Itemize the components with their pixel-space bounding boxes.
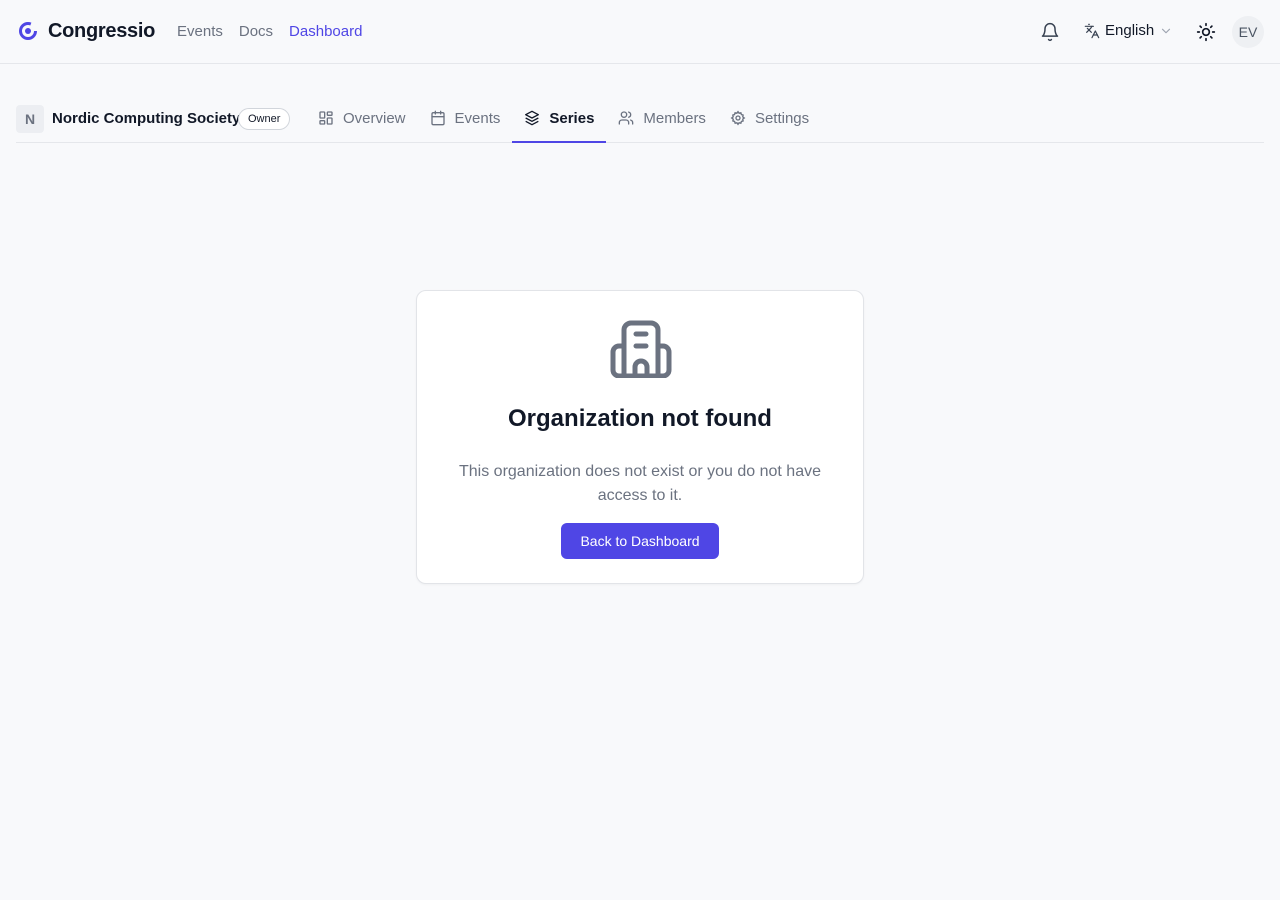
- error-description: This organization does not exist or you …: [459, 463, 821, 504]
- nav-docs[interactable]: Docs: [239, 22, 273, 42]
- org-avatar: N: [16, 105, 44, 133]
- brand-logo[interactable]: Congressio: [18, 18, 155, 44]
- top-navbar: Congressio Events Docs Dashboard English…: [0, 0, 1280, 64]
- main-nav: Events Docs Dashboard: [177, 22, 362, 42]
- not-found-card: Organization not found This organization…: [416, 290, 864, 584]
- sun-icon[interactable]: [1196, 22, 1216, 42]
- users-icon: [619, 111, 634, 125]
- error-title: Organization not found: [508, 405, 772, 432]
- grid-icon: [319, 111, 333, 125]
- language-selector[interactable]: English: [1084, 22, 1173, 39]
- org-tabs: Overview Events Series Members Settings: [306, 94, 821, 143]
- logo-icon: [19, 22, 37, 40]
- nav-dashboard[interactable]: Dashboard: [289, 22, 362, 42]
- building-icon: [610, 320, 672, 378]
- translate-icon: [1084, 23, 1100, 38]
- language-label: English: [1105, 22, 1155, 39]
- tab-label: Events: [454, 109, 501, 127]
- tab-events[interactable]: Events: [418, 94, 513, 142]
- gear-icon: [730, 110, 746, 126]
- role-badge: Owner: [238, 108, 291, 130]
- tab-label: Members: [643, 109, 706, 127]
- tab-settings[interactable]: Settings: [718, 94, 821, 142]
- organization-bar: N Nordic Computing Society Owner Overvie…: [16, 94, 1264, 143]
- tab-label: Settings: [754, 109, 810, 127]
- tab-series[interactable]: Series: [512, 94, 607, 143]
- user-avatar[interactable]: EV: [1232, 16, 1264, 48]
- layers-icon: [525, 110, 540, 126]
- calendar-icon: [430, 110, 445, 126]
- bell-icon[interactable]: [1040, 22, 1060, 42]
- brand-name: Congressio: [48, 19, 156, 42]
- tab-label: Overview: [343, 109, 406, 127]
- org-name: Nordic Computing Society: [52, 110, 241, 127]
- nav-events[interactable]: Events: [177, 22, 223, 42]
- chevron-down-icon: [1162, 28, 1171, 33]
- tab-members[interactable]: Members: [606, 94, 718, 142]
- tab-label: Series: [549, 109, 595, 127]
- back-to-dashboard-button[interactable]: Back to Dashboard: [561, 523, 719, 559]
- tab-overview[interactable]: Overview: [306, 94, 418, 142]
